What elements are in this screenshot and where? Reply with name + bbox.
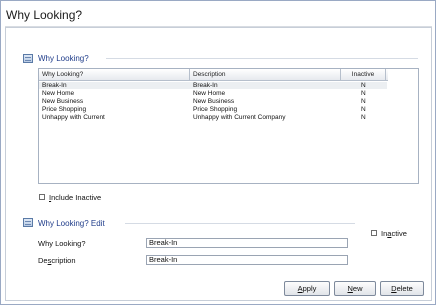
column-header-description[interactable]: Description: [190, 69, 341, 80]
cell-description: Break-In: [193, 82, 218, 89]
description-label: Description: [38, 256, 76, 265]
inactive-label[interactable]: Inactive: [381, 229, 407, 238]
edit-section-rule: [125, 223, 355, 224]
column-header-inactive[interactable]: Inactive: [341, 69, 386, 80]
cell-description: New Home: [193, 90, 226, 97]
cell-why-looking: Unhappy with Current: [42, 114, 105, 121]
table-row[interactable]: Price Shopping Price Shopping N: [39, 106, 387, 113]
cell-description: Unhappy with Current Company: [193, 114, 286, 121]
why-looking-input[interactable]: Break-In: [146, 238, 348, 248]
delete-button[interactable]: Delete: [380, 281, 424, 296]
cell-why-looking: New Home: [42, 90, 75, 97]
cell-why-looking: New Business: [42, 98, 84, 105]
description-input[interactable]: Break-In: [146, 255, 348, 265]
column-header-why-looking[interactable]: Why Looking?: [39, 69, 190, 80]
table-row[interactable]: New Business New Business N: [39, 98, 387, 105]
edit-section-title: Why Looking? Edit: [38, 219, 105, 228]
new-button[interactable]: New: [334, 281, 376, 296]
cell-why-looking: Price Shopping: [42, 106, 87, 113]
cell-why-looking: Break-In: [42, 82, 67, 89]
list-section-title: Why Looking?: [38, 54, 89, 63]
cell-description: New Business: [193, 98, 235, 105]
table-row[interactable]: New Home New Home N: [39, 90, 387, 97]
apply-button[interactable]: Apply: [284, 281, 330, 296]
edit-section-icon: [23, 218, 33, 227]
list-section-rule: [106, 58, 418, 59]
cell-inactive: N: [361, 90, 366, 97]
grid-header: Why Looking? Description Inactive: [39, 69, 388, 81]
window-frame: Why Looking? Why Looking? Why Looking? D…: [0, 0, 436, 305]
include-inactive-checkbox[interactable]: [39, 194, 45, 200]
cell-description: Price Shopping: [193, 106, 238, 113]
include-inactive-label[interactable]: Include Inactive: [49, 193, 101, 202]
table-row[interactable]: Unhappy with Current Unhappy with Curren…: [39, 114, 387, 121]
cell-inactive: N: [361, 98, 366, 105]
cell-inactive: N: [361, 114, 366, 121]
inactive-checkbox[interactable]: [371, 230, 377, 236]
window-title: Why Looking?: [6, 8, 83, 22]
table-row[interactable]: Break-In Break-In N: [39, 82, 387, 89]
cell-inactive: N: [361, 106, 366, 113]
list-section-icon: [23, 54, 33, 63]
cell-inactive: N: [361, 82, 366, 89]
why-looking-label: Why Looking?: [38, 239, 86, 248]
reasons-grid[interactable]: Why Looking? Description Inactive Break-…: [38, 68, 419, 184]
